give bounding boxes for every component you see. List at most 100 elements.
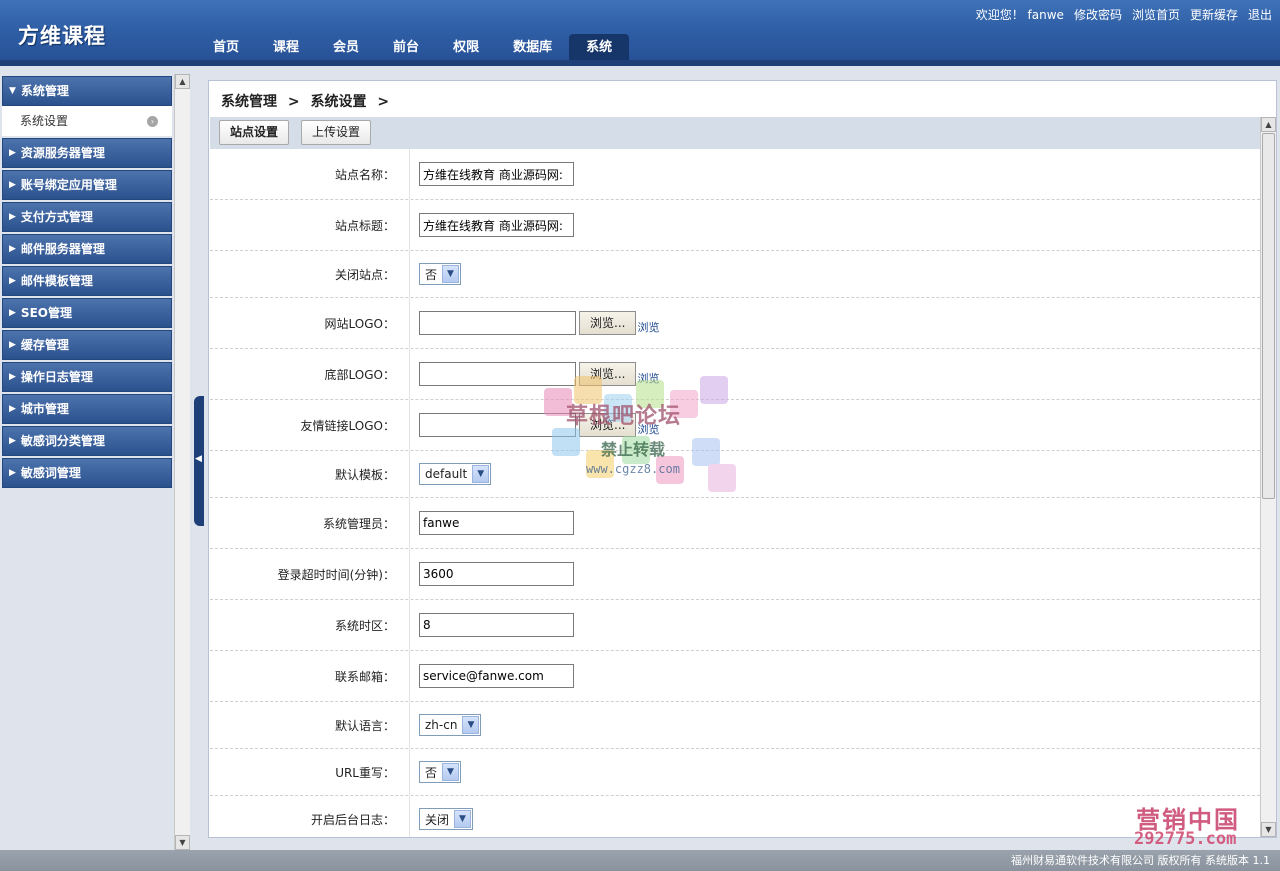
nav-courses[interactable]: 课程 [256, 34, 316, 60]
link-logo-browse-button[interactable]: 浏览... [579, 413, 637, 437]
site-logo-view-link[interactable]: 浏览 [637, 319, 659, 335]
chevron-down-icon: ▼ [462, 716, 480, 734]
footer-copyright: 福州财易通软件技术有限公司 版权所有 系统版本 1.1 [1011, 854, 1270, 867]
form-row-close-site: 关闭站点： 否 ▼ [210, 251, 1260, 298]
browse-home-link[interactable]: 浏览首页 [1132, 6, 1180, 23]
logout-link[interactable]: 退出 [1248, 6, 1272, 23]
arrow-left-icon: ◀ [195, 454, 202, 464]
site-name-label: 站点名称： [210, 149, 410, 199]
app-logo: 方维课程 [18, 23, 106, 48]
admin-log-select[interactable]: 关闭 ▼ [419, 808, 474, 830]
sidebar-item-label: 支付方式管理 [20, 209, 93, 224]
nav-home[interactable]: 首页 [196, 34, 256, 60]
sidebar-item-mail-servers[interactable]: ▶ 邮件服务器管理 [2, 234, 172, 264]
triangle-right-icon: ▶ [9, 371, 16, 382]
sidebar-item-system-settings[interactable]: 系统设置 › [2, 106, 172, 136]
scroll-down-icon[interactable]: ▼ [175, 835, 190, 850]
default-template-label: 默认模板： [210, 451, 410, 497]
language-label: 默认语言： [210, 702, 410, 748]
site-logo-browse-button[interactable]: 浏览... [579, 311, 637, 335]
content-scrollbar[interactable]: ▲ ▼ [1260, 117, 1276, 837]
url-rewrite-label: URL重写： [210, 749, 410, 795]
form-row-link-logo: 友情链接LOGO： 浏览... 浏览 [210, 400, 1260, 451]
site-logo-file-input[interactable] [419, 311, 576, 335]
sidebar-item-account-binding[interactable]: ▶ 账号绑定应用管理 [2, 170, 172, 200]
footer-logo-label: 底部LOGO： [210, 349, 410, 399]
scroll-down-icon[interactable]: ▼ [1261, 822, 1276, 837]
sidebar-group-system-management[interactable]: ▼ 系统管理 [2, 76, 172, 106]
settings-form: 站点名称： 站点标题： 关闭站点： 否 ▼ 网站LOGO： 浏览... 浏览 [210, 149, 1260, 837]
sidebar: ▼ 系统管理 系统设置 › ▶ 资源服务器管理 ▶ 账号绑定应用管理 ▶ 支付方式管理… [0, 74, 174, 850]
admin-log-value: 关闭 [425, 812, 450, 827]
footer-logo-browse-button[interactable]: 浏览... [579, 362, 637, 386]
triangle-right-icon: ▶ [9, 243, 16, 254]
form-row-url-rewrite: URL重写： 否 ▼ [210, 749, 1260, 796]
close-site-select[interactable]: 否 ▼ [419, 263, 462, 285]
timezone-input[interactable] [419, 613, 574, 637]
triangle-right-icon: ▶ [9, 467, 16, 478]
sidebar-item-operation-logs[interactable]: ▶ 操作日志管理 [2, 362, 172, 392]
welcome-text: 欢迎您！ fanwe [975, 8, 1064, 22]
email-input[interactable] [419, 664, 574, 688]
timezone-label: 系统时区： [210, 600, 410, 650]
sidebar-group-label: 系统管理 [20, 83, 69, 98]
footer-logo-view-link[interactable]: 浏览 [637, 370, 659, 386]
sidebar-item-label: 缓存管理 [20, 337, 69, 352]
login-timeout-label: 登录超时时间(分钟)： [210, 549, 410, 599]
close-site-label: 关闭站点： [210, 251, 410, 297]
form-row-admin-log: 开启后台日志： 关闭 ▼ [210, 796, 1260, 837]
sidebar-item-payment[interactable]: ▶ 支付方式管理 [2, 202, 172, 232]
sidebar-item-seo[interactable]: ▶ SEO管理 [2, 298, 172, 328]
update-cache-link[interactable]: 更新缓存 [1190, 6, 1238, 23]
sidebar-item-mail-templates[interactable]: ▶ 邮件模板管理 [2, 266, 172, 296]
site-title-input[interactable] [419, 213, 574, 237]
form-row-login-timeout: 登录超时时间(分钟)： [210, 549, 1260, 600]
default-template-select[interactable]: default ▼ [419, 463, 492, 485]
triangle-right-icon: ▶ [9, 211, 16, 222]
nav-members[interactable]: 会员 [316, 34, 376, 60]
nav-system[interactable]: 系统 [569, 34, 630, 60]
breadcrumb-level1[interactable]: 系统管理 [221, 94, 277, 110]
circle-arrow-icon: › [147, 115, 158, 127]
sidebar-item-cache[interactable]: ▶ 缓存管理 [2, 330, 172, 360]
sidebar-item-sensitive-words[interactable]: ▶ 敏感词管理 [2, 458, 172, 488]
login-timeout-input[interactable] [419, 562, 574, 586]
triangle-right-icon: ▶ [9, 179, 16, 190]
scroll-up-icon[interactable]: ▲ [1261, 117, 1276, 132]
language-select[interactable]: zh-cn ▼ [419, 714, 482, 736]
link-logo-view-link[interactable]: 浏览 [637, 421, 659, 437]
sidebar-item-label: 资源服务器管理 [20, 145, 105, 160]
nav-database[interactable]: 数据库 [496, 34, 569, 60]
triangle-right-icon: ▶ [9, 275, 16, 286]
top-header: 方维课程 欢迎您！ fanwe 修改密码 浏览首页 更新缓存 退出 首页 课程 … [0, 0, 1280, 66]
form-row-site-name: 站点名称： [210, 149, 1260, 200]
triangle-down-icon: ▼ [9, 85, 16, 96]
scroll-up-icon[interactable]: ▲ [175, 74, 190, 89]
form-row-email: 联系邮箱： [210, 651, 1260, 702]
sidebar-item-label: 邮件模板管理 [20, 273, 93, 288]
triangle-right-icon: ▶ [9, 339, 16, 350]
nav-frontend[interactable]: 前台 [376, 34, 436, 60]
tab-upload-settings[interactable]: 上传设置 [301, 120, 372, 145]
scrollbar-thumb[interactable] [1262, 133, 1275, 499]
top-links: 欢迎您！ fanwe 修改密码 浏览首页 更新缓存 退出 [976, 6, 1272, 23]
url-rewrite-select[interactable]: 否 ▼ [419, 761, 462, 783]
sidebar-collapse-handle[interactable]: ◀ [194, 396, 204, 526]
site-logo-label: 网站LOGO： [210, 298, 410, 348]
sidebar-item-label: 城市管理 [20, 401, 69, 416]
admin-input[interactable] [419, 511, 574, 535]
sidebar-item-resource-servers[interactable]: ▶ 资源服务器管理 [2, 138, 172, 168]
link-logo-file-input[interactable] [419, 413, 576, 437]
chevron-down-icon: ▼ [442, 265, 460, 283]
breadcrumb-level2[interactable]: 系统设置 [310, 94, 366, 110]
sidebar-item-sensitive-word-categories[interactable]: ▶ 敏感词分类管理 [2, 426, 172, 456]
site-title-label: 站点标题： [210, 200, 410, 250]
site-name-input[interactable] [419, 162, 574, 186]
nav-permissions[interactable]: 权限 [436, 34, 496, 60]
footer-logo-file-input[interactable] [419, 362, 576, 386]
link-logo-label: 友情链接LOGO： [210, 400, 410, 450]
tab-site-settings[interactable]: 站点设置 [219, 120, 290, 145]
change-password-link[interactable]: 修改密码 [1074, 6, 1122, 23]
sidebar-scrollbar[interactable]: ▲ ▼ [174, 74, 190, 850]
sidebar-item-cities[interactable]: ▶ 城市管理 [2, 394, 172, 424]
